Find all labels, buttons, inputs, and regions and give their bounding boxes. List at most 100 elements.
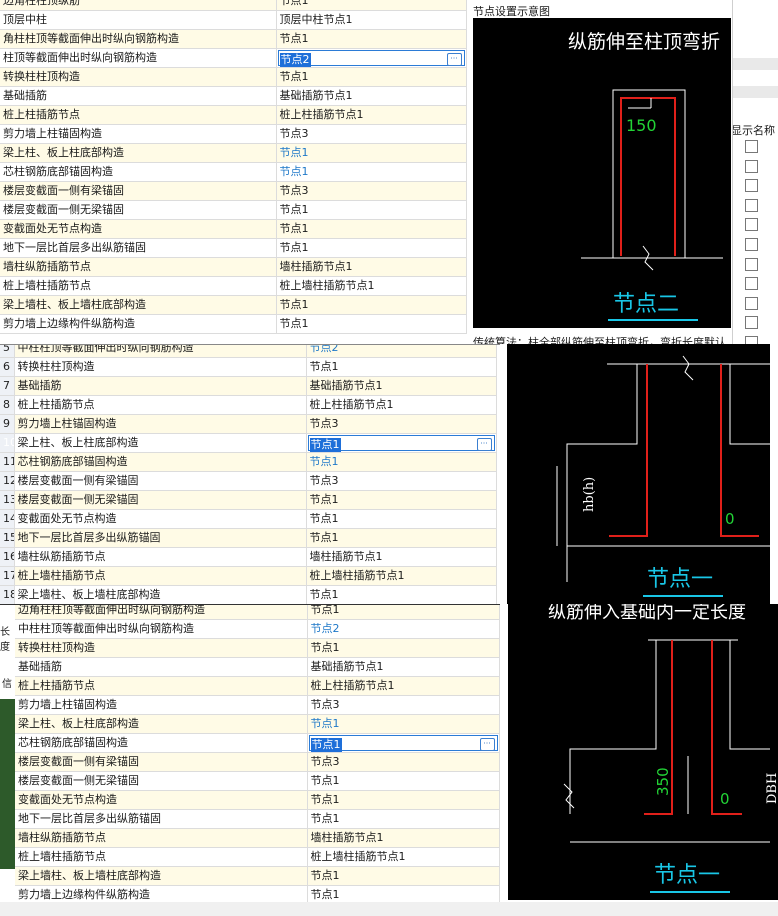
table-row[interactable]: 11芯柱钢筋底部锚固构造节点1 bbox=[0, 452, 497, 472]
table-row[interactable]: 桩上柱插筋节点 桩上柱插筋节点1 bbox=[15, 676, 500, 696]
table-row[interactable]: 梁上柱、板上柱底部构造 节点1 bbox=[0, 143, 467, 163]
setting-value[interactable]: 桩上墙柱插筋节点1 bbox=[306, 566, 497, 586]
display-name-checkbox[interactable] bbox=[745, 296, 758, 310]
table-row[interactable]: 14变截面处无节点构造节点1 bbox=[0, 509, 497, 529]
setting-value[interactable]: 墙柱插筋节点1 bbox=[306, 547, 497, 567]
display-name-checkbox[interactable] bbox=[745, 140, 758, 153]
table-row[interactable]: 地下一层比首层多出纵筋锚固 节点1 bbox=[15, 809, 500, 829]
display-name-checkbox[interactable] bbox=[745, 277, 758, 291]
display-name-checkbox[interactable] bbox=[745, 316, 758, 330]
setting-value[interactable]: 节点1 bbox=[276, 162, 467, 182]
setting-value[interactable]: 节点1 bbox=[276, 0, 467, 11]
table-row[interactable]: 墙柱纵筋插筋节点 墙柱插筋节点1 bbox=[0, 257, 467, 277]
display-name-checkbox[interactable] bbox=[745, 257, 758, 271]
table-row[interactable]: 梁上墙柱、板上墙柱底部构造 节点1 bbox=[0, 295, 467, 315]
setting-value[interactable]: 节点1 bbox=[276, 238, 467, 258]
setting-value[interactable]: 桩上柱插筋节点1 bbox=[276, 105, 467, 125]
setting-value[interactable]: 节点1 bbox=[307, 714, 500, 734]
table-row[interactable]: 边角柱柱顶纵筋 节点1 bbox=[0, 0, 467, 11]
table-row[interactable]: 剪力墙上柱锚固构造 节点3 bbox=[0, 124, 467, 144]
table-row[interactable]: 梁上墙柱、板上墙柱底部构造 节点1 bbox=[15, 866, 500, 886]
setting-value[interactable]: 节点3 bbox=[276, 181, 467, 201]
setting-value[interactable]: 墙柱插筋节点1 bbox=[276, 257, 467, 277]
table-row[interactable]: 楼层变截面一侧有梁锚固 节点3 bbox=[15, 752, 500, 772]
setting-value[interactable]: 节点1 bbox=[306, 528, 497, 548]
table-row[interactable]: 墙柱纵筋插筋节点 墙柱插筋节点1 bbox=[15, 828, 500, 848]
setting-value[interactable]: 节点1 bbox=[276, 67, 467, 87]
setting-value[interactable]: 节点1 bbox=[306, 490, 497, 510]
setting-value[interactable]: 节点1 bbox=[306, 357, 497, 377]
table-row[interactable]: 桩上柱插筋节点 桩上柱插筋节点1 bbox=[0, 105, 467, 125]
setting-value[interactable]: 基础插筋节点1 bbox=[307, 657, 500, 677]
table-row[interactable]: 9 剪力墙上柱锚固构造 节点3 bbox=[0, 414, 497, 434]
setting-value[interactable]: 节点1 bbox=[276, 29, 467, 49]
table-row[interactable]: 芯柱钢筋底部锚固构造 节点1 bbox=[0, 162, 467, 182]
setting-value[interactable]: 墙柱插筋节点1 bbox=[307, 828, 500, 848]
display-name-checkbox[interactable] bbox=[745, 179, 758, 193]
setting-value[interactable]: 节点3 bbox=[276, 124, 467, 144]
table-row[interactable]: 变截面处无节点构造 节点1 bbox=[0, 219, 467, 239]
node-select-field[interactable]: 节点1 ··· bbox=[306, 433, 497, 453]
setting-value[interactable]: 节点3 bbox=[306, 471, 497, 491]
node-value-editor[interactable]: 节点2 ··· bbox=[277, 50, 465, 67]
setting-value[interactable]: 节点1 bbox=[276, 200, 467, 220]
node-value-editor[interactable]: 节点1 ··· bbox=[308, 735, 498, 752]
setting-value[interactable]: 桩上墙柱插筋节点1 bbox=[276, 276, 467, 296]
table-row[interactable]: 楼层变截面一侧无梁锚固 节点1 bbox=[15, 771, 500, 791]
setting-value[interactable]: 节点1 bbox=[306, 452, 497, 472]
table-row[interactable]: 桩上墙柱插筋节点 桩上墙柱插筋节点1 bbox=[0, 276, 467, 296]
setting-value[interactable]: 桩上柱插筋节点1 bbox=[306, 395, 497, 415]
setting-value[interactable]: 节点1 bbox=[276, 219, 467, 239]
table-row[interactable]: 剪力墙上边缘构件纵筋构造 节点1 bbox=[0, 314, 467, 334]
setting-value[interactable]: 节点1 bbox=[307, 809, 500, 829]
table-row[interactable]: 转换柱柱顶构造 节点1 bbox=[15, 638, 500, 658]
setting-value[interactable]: 桩上墙柱插筋节点1 bbox=[307, 847, 500, 867]
setting-value[interactable]: 基础插筋节点1 bbox=[306, 376, 497, 396]
table-row[interactable]: 17桩上墙柱插筋节点桩上墙柱插筋节点1 bbox=[0, 566, 497, 586]
setting-value[interactable]: 节点1 bbox=[306, 585, 497, 605]
setting-value[interactable]: 节点3 bbox=[307, 752, 500, 772]
setting-value[interactable]: 节点1 bbox=[276, 143, 467, 163]
ellipsis-button[interactable]: ··· bbox=[476, 438, 492, 451]
setting-value[interactable]: 顶层中柱节点1 bbox=[276, 10, 467, 30]
setting-value[interactable]: 节点1 bbox=[306, 509, 497, 529]
table-row[interactable]: 转换柱柱顶构造 节点1 bbox=[0, 67, 467, 87]
table-row[interactable]: 16墙柱纵筋插筋节点墙柱插筋节点1 bbox=[0, 547, 497, 567]
setting-value[interactable]: 节点2 bbox=[307, 619, 500, 639]
table-row[interactable]: 桩上墙柱插筋节点 桩上墙柱插筋节点1 bbox=[15, 847, 500, 867]
table-row[interactable]: 剪力墙上柱锚固构造 节点3 bbox=[15, 695, 500, 715]
table-row[interactable]: 角柱柱顶等截面伸出时纵向钢筋构造 节点1 bbox=[0, 29, 467, 49]
table-row[interactable]: 基础插筋 基础插筋节点1 bbox=[15, 657, 500, 677]
table-row[interactable]: 梁上柱、板上柱底部构造 节点1 bbox=[15, 714, 500, 734]
table-row[interactable]: 芯柱钢筋底部锚固构造 节点1 ··· bbox=[15, 733, 500, 753]
table-row[interactable]: 12楼层变截面一侧有梁锚固节点3 bbox=[0, 471, 497, 491]
table-row[interactable]: 6 转换柱柱顶构造 节点1 bbox=[0, 357, 497, 377]
table-row[interactable]: 顶层中柱 顶层中柱节点1 bbox=[0, 10, 467, 30]
setting-value[interactable]: 节点1 bbox=[307, 771, 500, 791]
setting-value[interactable]: 节点3 bbox=[306, 414, 497, 434]
display-name-checkbox[interactable] bbox=[745, 159, 758, 173]
setting-value[interactable]: 节点2 bbox=[306, 345, 497, 358]
ellipsis-button[interactable]: ··· bbox=[446, 53, 462, 66]
table-row[interactable]: 10梁上柱、板上柱底部构造节点1 ··· bbox=[0, 433, 497, 453]
setting-value[interactable]: 桩上柱插筋节点1 bbox=[307, 676, 500, 696]
setting-value[interactable]: 节点1 bbox=[307, 605, 500, 620]
display-name-checkbox[interactable] bbox=[745, 336, 758, 344]
table-row[interactable]: 地下一层比首层多出纵筋锚固 节点1 bbox=[0, 238, 467, 258]
setting-value[interactable]: 节点1 bbox=[307, 638, 500, 658]
table-row[interactable]: 7 基础插筋 基础插筋节点1 bbox=[0, 376, 497, 396]
setting-value[interactable]: 节点3 bbox=[307, 695, 500, 715]
table-row[interactable]: 边角柱柱顶等截面伸出时纵向钢筋构造 节点1 bbox=[15, 605, 500, 620]
setting-value[interactable]: 节点1 bbox=[307, 866, 500, 886]
ellipsis-button[interactable]: ··· bbox=[479, 738, 495, 751]
setting-value[interactable]: 节点1 bbox=[276, 295, 467, 315]
node-value-editor[interactable]: 节点1 ··· bbox=[307, 435, 495, 452]
table-row[interactable]: 楼层变截面一侧无梁锚固 节点1 bbox=[0, 200, 467, 220]
node-select-field[interactable]: 节点1 ··· bbox=[307, 733, 500, 753]
table-row[interactable]: 5 中柱柱顶等截面伸出时纵向钢筋构造 节点2 bbox=[0, 345, 497, 358]
table-row[interactable]: 变截面处无节点构造 节点1 bbox=[15, 790, 500, 810]
table-row[interactable]: 基础插筋 基础插筋节点1 bbox=[0, 86, 467, 106]
table-row[interactable]: 15地下一层比首层多出纵筋锚固节点1 bbox=[0, 528, 497, 548]
setting-value[interactable]: 节点1 bbox=[307, 790, 500, 810]
table-row[interactable]: 中柱柱顶等截面伸出时纵向钢筋构造 节点2 bbox=[15, 619, 500, 639]
